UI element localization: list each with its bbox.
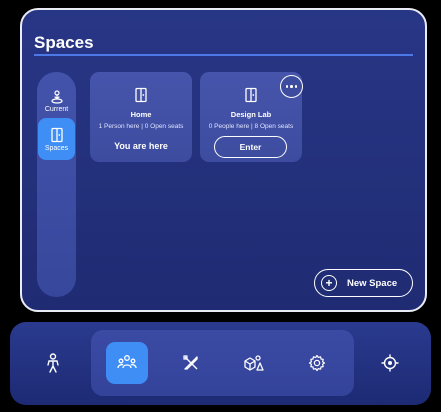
dock-avatar-button[interactable]: [32, 342, 74, 384]
space-name: Design Lab: [230, 110, 272, 119]
tab-spaces-label: Spaces: [44, 144, 69, 152]
space-occupancy: 1 Person here | 0 Open seats: [98, 123, 184, 130]
spaces-panel: Spaces Current Spaces Home 1 Person here…: [20, 8, 427, 312]
space-name: Home: [130, 110, 152, 119]
door-icon: [245, 87, 257, 103]
more-options-icon[interactable]: [280, 75, 303, 98]
title-divider: [34, 54, 413, 56]
recenter-icon: [381, 354, 399, 372]
app-stage: Spaces Current Spaces Home 1 Person here…: [0, 0, 441, 412]
avatar-icon: [47, 353, 59, 373]
new-space-button[interactable]: + New Space: [314, 269, 413, 297]
side-tab-rail: Current Spaces: [37, 72, 76, 297]
plus-icon: +: [321, 275, 337, 291]
dock-settings-button[interactable]: [296, 342, 338, 384]
design-tools-icon: [183, 355, 198, 370]
door-icon: [135, 87, 147, 103]
bottom-dock: [10, 322, 431, 405]
person-pin-icon: [50, 89, 63, 104]
dock-tool-group: [91, 330, 354, 396]
enter-button[interactable]: Enter: [214, 136, 287, 158]
gear-icon: [308, 354, 326, 372]
panel-title: Spaces: [34, 33, 94, 52]
new-space-label: New Space: [347, 277, 398, 289]
dock-people-button[interactable]: [106, 342, 148, 384]
current-space-status: You are here: [114, 141, 168, 151]
tab-spaces[interactable]: Spaces: [38, 118, 75, 160]
tab-current-label: Current: [44, 105, 69, 113]
space-card-design-lab[interactable]: Design Lab 0 People here | 8 Open seats …: [200, 72, 303, 162]
dock-recenter-button[interactable]: [369, 342, 411, 384]
dock-objects-button[interactable]: [233, 342, 275, 384]
space-card-home[interactable]: Home 1 Person here | 0 Open seats You ar…: [90, 72, 192, 162]
space-occupancy: 0 People here | 8 Open seats: [208, 123, 294, 130]
door-icon: [50, 127, 63, 142]
tab-current[interactable]: Current: [38, 80, 75, 122]
objects-icon: [244, 355, 264, 371]
people-icon: [117, 355, 137, 369]
dock-design-tools-button[interactable]: [170, 342, 212, 384]
